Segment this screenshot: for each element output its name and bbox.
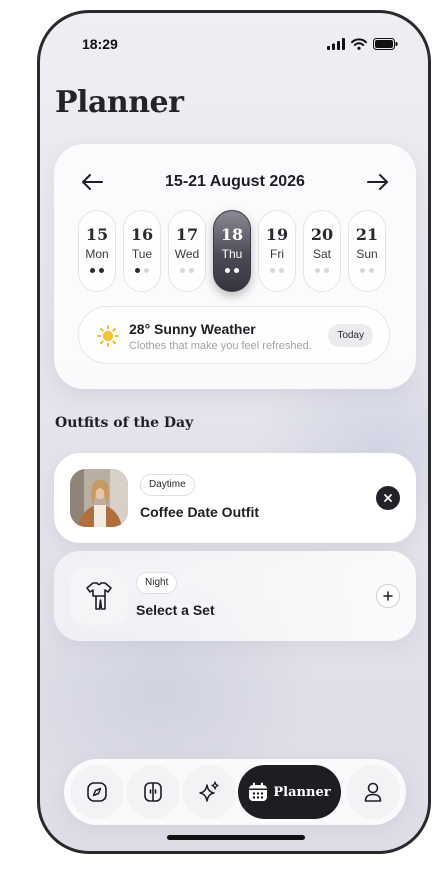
user-icon: [364, 782, 382, 802]
event-dot: [180, 268, 185, 273]
event-dot: [360, 268, 365, 273]
day-dots: [360, 268, 374, 273]
day-dots: [135, 268, 149, 273]
day-number: 18: [220, 225, 244, 244]
bottom-tab-bar: Planner: [64, 759, 406, 825]
day-dots: [270, 268, 284, 273]
weather-title: 28° Sunny Weather: [129, 321, 256, 337]
event-dot: [189, 268, 194, 273]
day-number: 15: [85, 225, 109, 244]
day-name: Sun: [356, 247, 378, 261]
time-badge: Daytime: [140, 474, 195, 496]
home-indicator: [167, 835, 305, 840]
day-number: 16: [130, 225, 154, 244]
event-dot: [225, 268, 230, 273]
event-dot: [315, 268, 320, 273]
sparkles-icon: [199, 781, 219, 802]
outfit-photo: [70, 469, 128, 527]
day-name: Mon: [85, 247, 109, 261]
tab-ai-styling[interactable]: [182, 765, 236, 819]
day-dots: [180, 268, 194, 273]
tab-profile[interactable]: [346, 765, 400, 819]
compass-icon: [87, 782, 107, 802]
page-title: Planner: [55, 85, 184, 120]
day-number: 21: [355, 225, 379, 244]
signal-icon: [327, 38, 345, 50]
day-name: Sat: [312, 247, 331, 261]
status-time: 18:29: [82, 36, 118, 52]
event-dot: [90, 268, 95, 273]
plus-icon: [383, 591, 393, 601]
outfit-name: Select a Set: [136, 602, 215, 618]
day-name: Thu: [221, 247, 243, 261]
week-range: 15-21 August 2026: [165, 173, 305, 190]
day-name: Tue: [131, 247, 153, 261]
close-icon: [384, 494, 392, 502]
time-badge: Night: [136, 572, 178, 594]
remove-outfit-button[interactable]: [376, 486, 400, 510]
wifi-icon: [351, 38, 367, 50]
status-bar: 18:29: [40, 13, 428, 65]
battery-icon: [373, 38, 398, 50]
status-icons: [327, 38, 398, 50]
day-pill-sat[interactable]: 20 Sat: [303, 210, 341, 292]
today-button[interactable]: Today: [328, 324, 373, 347]
outfit-card-daytime[interactable]: Daytime Coffee Date Outfit: [54, 453, 416, 543]
section-title: Outfits of the Day: [55, 415, 194, 431]
weather-subtitle: Clothes that make you feel refreshed.: [129, 340, 312, 352]
event-dot: [279, 268, 284, 273]
week-card: 15-21 August 2026 15 Mon 16 Tue 17 Wed 1…: [54, 144, 416, 389]
phone-frame: 18:29 Planner 15-21 August 2026 15 Mon 1…: [37, 10, 431, 854]
outfit-name: Coffee Date Outfit: [140, 504, 259, 520]
outfit-card-night[interactable]: Night Select a Set: [54, 551, 416, 641]
day-pill-tue[interactable]: 16 Tue: [123, 210, 161, 292]
event-dot: [135, 268, 140, 273]
day-selector: 15 Mon 16 Tue 17 Wed 18 Thu 19 Fri 20 Sa…: [78, 210, 386, 292]
event-dot: [99, 268, 104, 273]
event-dot: [270, 268, 275, 273]
tab-label: Planner: [273, 784, 331, 800]
add-outfit-button[interactable]: [376, 584, 400, 608]
event-dot: [144, 268, 149, 273]
day-dots: [90, 268, 104, 273]
tab-planner[interactable]: Planner: [238, 765, 341, 819]
calendar-icon: [249, 782, 268, 801]
day-pill-thu[interactable]: 18 Thu: [213, 210, 251, 292]
day-number: 20: [310, 225, 334, 244]
weather-banner: 28° Sunny Weather Clothes that make you …: [78, 306, 390, 364]
event-dot: [234, 268, 239, 273]
clothing-set-icon: [86, 582, 112, 610]
wardrobe-icon: [144, 782, 162, 802]
day-pill-sun[interactable]: 21 Sun: [348, 210, 386, 292]
day-number: 17: [175, 225, 199, 244]
set-icon-box: [70, 567, 128, 625]
day-name: Fri: [270, 247, 284, 261]
tab-explore[interactable]: [70, 765, 124, 819]
day-pill-mon[interactable]: 15 Mon: [78, 210, 116, 292]
sun-icon: [97, 325, 119, 347]
day-number: 19: [265, 225, 289, 244]
day-name: Wed: [174, 247, 200, 261]
tab-wardrobe[interactable]: [126, 765, 180, 819]
day-pill-fri[interactable]: 19 Fri: [258, 210, 296, 292]
event-dot: [324, 268, 329, 273]
day-pill-wed[interactable]: 17 Wed: [168, 210, 206, 292]
arrow-right-icon[interactable]: [366, 172, 390, 192]
day-dots: [225, 268, 239, 273]
event-dot: [369, 268, 374, 273]
day-dots: [315, 268, 329, 273]
